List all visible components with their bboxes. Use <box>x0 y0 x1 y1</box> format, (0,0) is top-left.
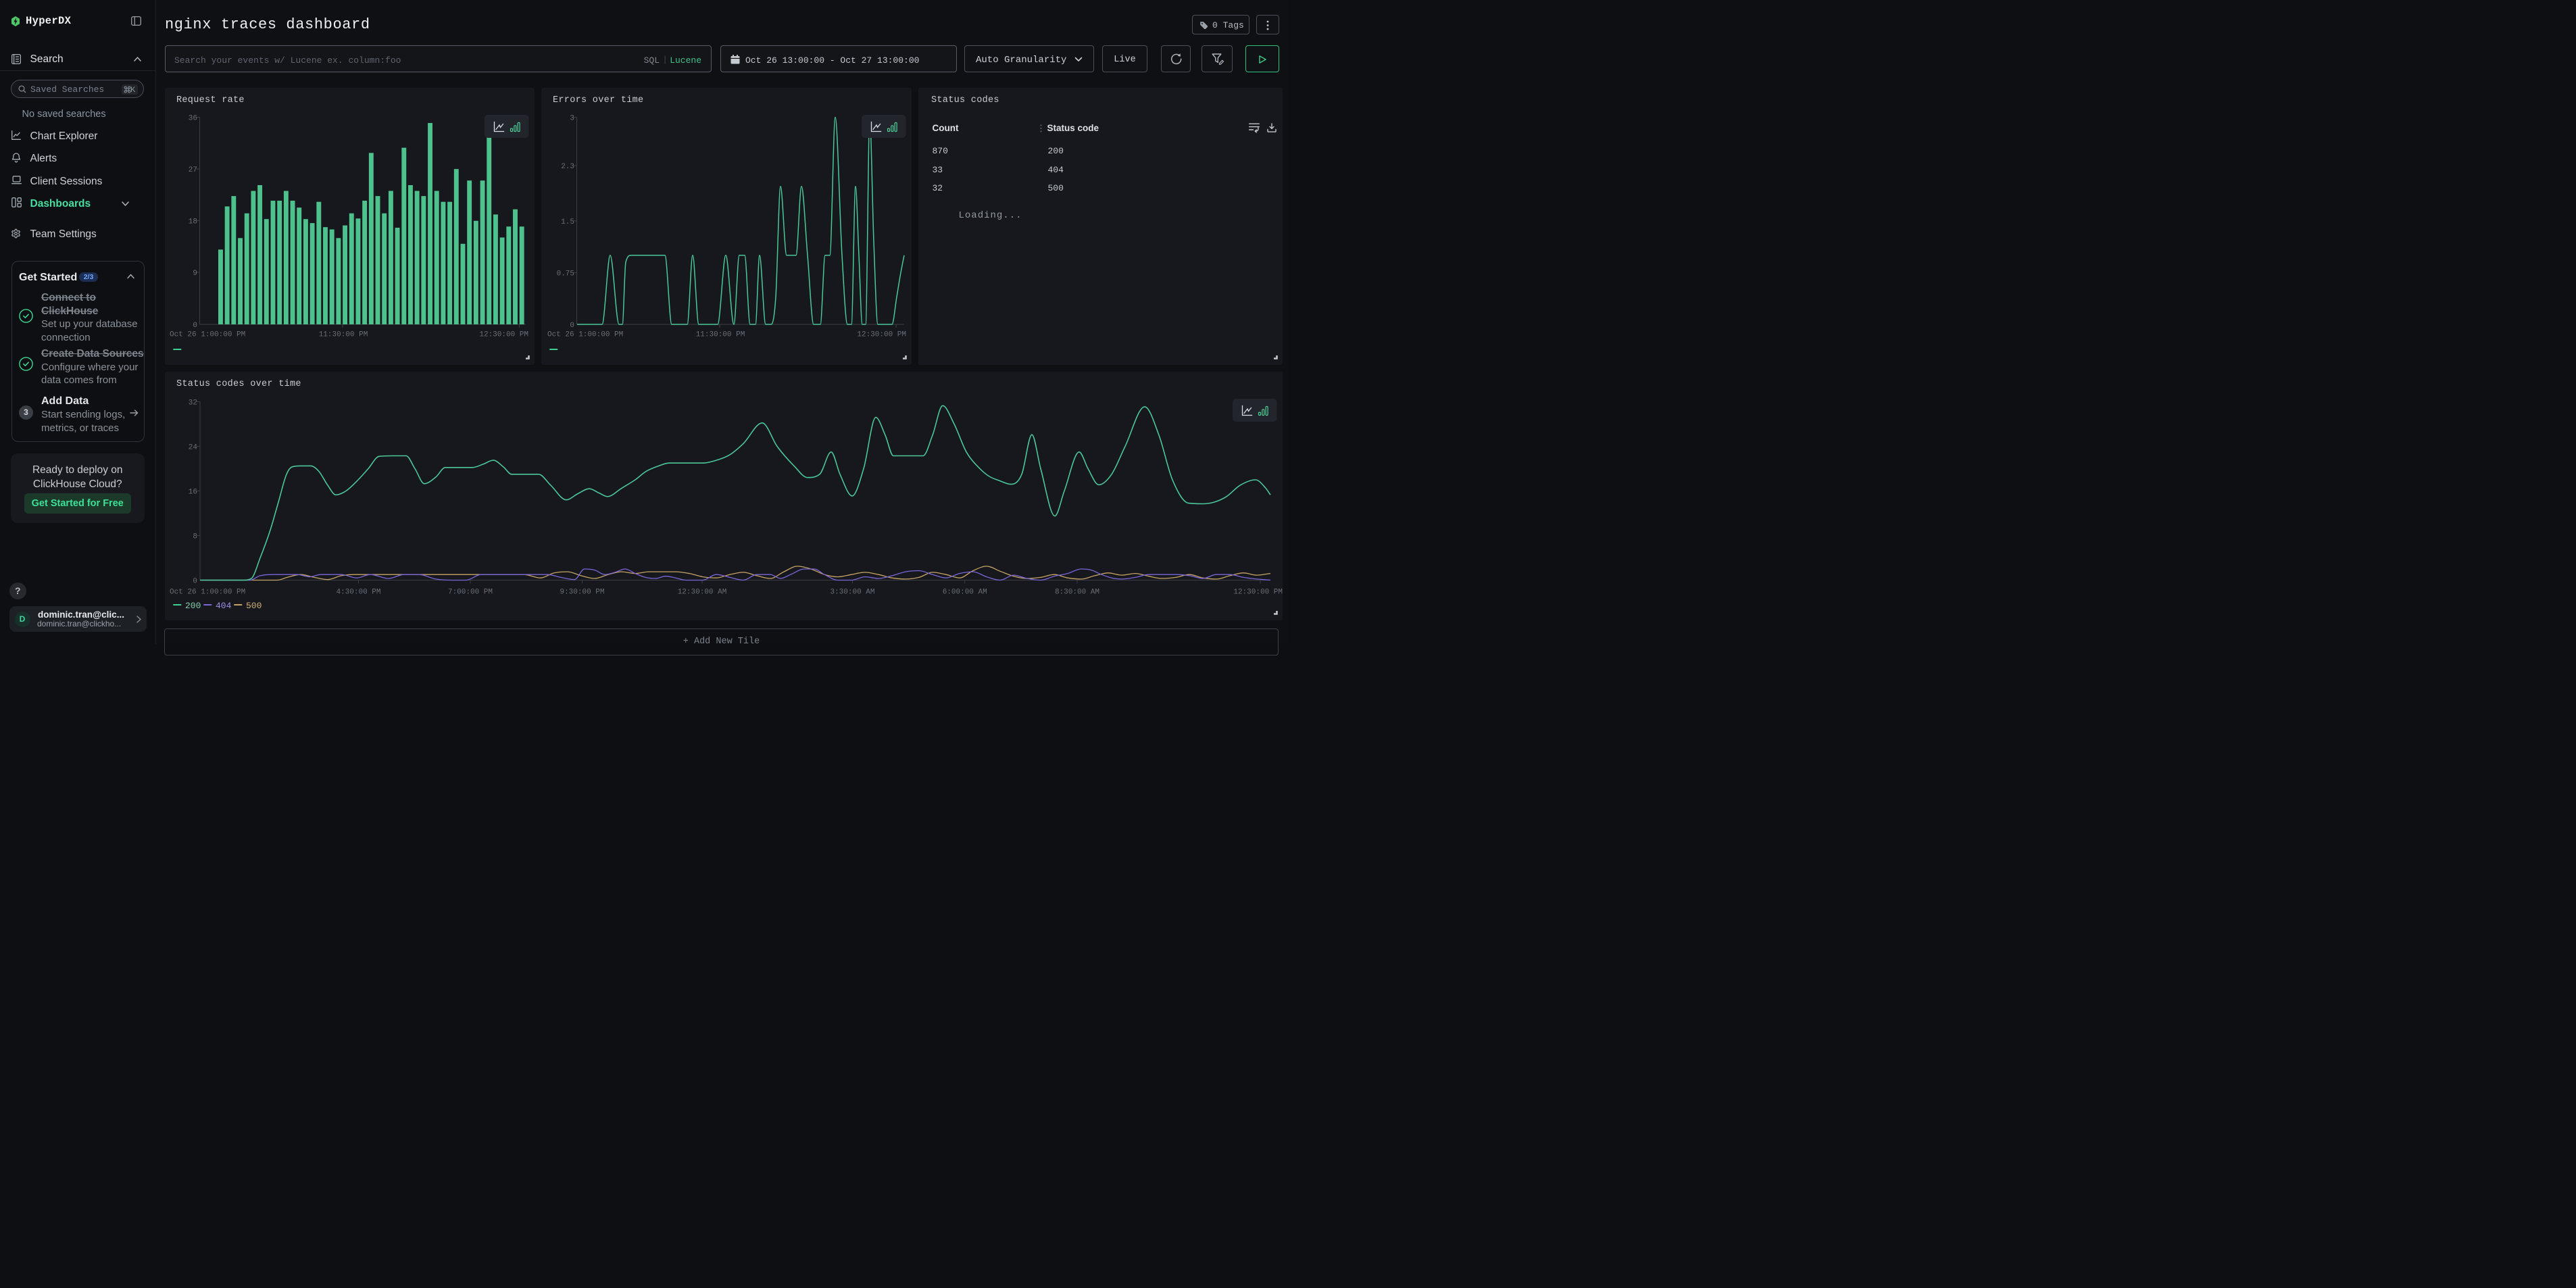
svg-text:3: 3 <box>570 115 574 123</box>
svg-text:500: 500 <box>246 601 262 611</box>
svg-text:11:30:00 PM: 11:30:00 PM <box>696 331 745 339</box>
svg-text:9: 9 <box>193 270 197 278</box>
svg-text:16: 16 <box>189 489 197 497</box>
svg-text:0: 0 <box>570 322 574 330</box>
svg-text:8:30:00 AM: 8:30:00 AM <box>1055 589 1099 597</box>
svg-text:4:30:00 PM: 4:30:00 PM <box>336 589 380 597</box>
svg-text:12:30:00 AM: 12:30:00 AM <box>678 589 727 597</box>
svg-text:Oct 26 1:00:00 PM: Oct 26 1:00:00 PM <box>170 331 245 339</box>
svg-text:404: 404 <box>216 601 232 611</box>
svg-text:32: 32 <box>189 399 197 407</box>
svg-text:1.5: 1.5 <box>561 218 574 226</box>
svg-text:0: 0 <box>193 578 197 586</box>
svg-text:7:00:00 PM: 7:00:00 PM <box>448 589 493 597</box>
svg-text:0: 0 <box>193 322 197 330</box>
svg-text:18: 18 <box>189 218 197 226</box>
svg-text:2.3: 2.3 <box>561 163 574 171</box>
svg-text:12:30:00 PM: 12:30:00 PM <box>1233 589 1283 597</box>
svg-text:0.75: 0.75 <box>557 270 574 278</box>
svg-text:3:30:00 AM: 3:30:00 AM <box>830 589 874 597</box>
svg-text:27: 27 <box>189 166 197 174</box>
svg-text:Oct 26 1:00:00 PM: Oct 26 1:00:00 PM <box>547 331 623 339</box>
svg-text:12:30:00 PM: 12:30:00 PM <box>479 331 528 339</box>
svg-text:12:30:00 PM: 12:30:00 PM <box>857 331 906 339</box>
svg-text:8: 8 <box>193 533 197 541</box>
svg-text:36: 36 <box>189 115 197 123</box>
svg-text:200: 200 <box>185 601 201 611</box>
svg-text:9:30:00 PM: 9:30:00 PM <box>560 589 604 597</box>
svg-text:Oct 26 1:00:00 PM: Oct 26 1:00:00 PM <box>170 589 245 597</box>
svg-text:11:30:00 PM: 11:30:00 PM <box>319 331 368 339</box>
svg-text:24: 24 <box>189 444 198 452</box>
svg-text:6:00:00 AM: 6:00:00 AM <box>943 589 987 597</box>
